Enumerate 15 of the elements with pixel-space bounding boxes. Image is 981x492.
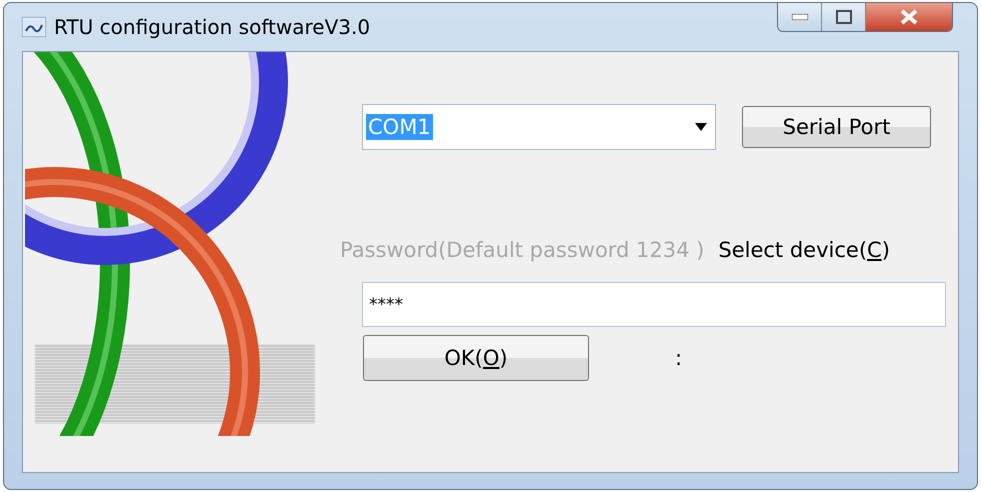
- serial-port-button[interactable]: Serial Port: [742, 106, 931, 148]
- dropdown-arrow-icon: [695, 123, 707, 131]
- app-logo-icon: [22, 17, 46, 37]
- minimize-icon: [792, 14, 808, 20]
- close-button[interactable]: [866, 3, 952, 31]
- ok-button[interactable]: OK(O): [363, 335, 589, 381]
- password-field[interactable]: ****: [362, 282, 946, 327]
- status-text: :: [675, 346, 682, 370]
- maximize-icon: [836, 10, 852, 24]
- window-title: RTU configuration softwareV3.0: [54, 15, 372, 39]
- maximize-button[interactable]: [822, 3, 866, 31]
- close-icon: [899, 8, 919, 26]
- password-label: Password(Default password 1234 ): [340, 238, 704, 262]
- minimize-button[interactable]: [778, 3, 822, 31]
- select-device-label[interactable]: Select device(C): [718, 238, 890, 262]
